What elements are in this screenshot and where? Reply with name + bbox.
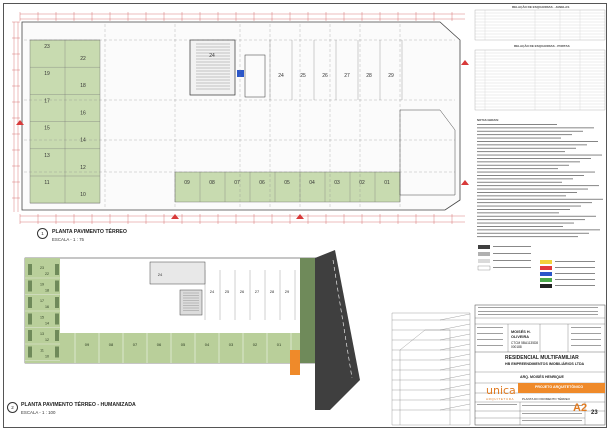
spot-number: 06 <box>259 180 265 186</box>
spot-number: 15 <box>40 316 44 320</box>
spot-number: 09 <box>184 180 190 186</box>
sheet-content: PLANTA DO PAVIMENTO TÉRREO <box>522 397 570 401</box>
company-name: HB EMPREENDIMENTOS IMOBILIÁRIOS LTDA <box>505 362 585 366</box>
spot-number: 23 <box>40 266 44 270</box>
plan-2-street <box>315 250 360 410</box>
spot-number: 14 <box>45 322 49 326</box>
plan-2-stair <box>179 289 203 316</box>
spot-number: 17 <box>40 299 44 303</box>
spot-number: 26 <box>240 289 245 294</box>
spot-number: 05 <box>284 180 290 186</box>
owner-name: MOISÉS H. OLIVEIRA <box>511 330 531 339</box>
spot-number: 26 <box>322 73 328 79</box>
spot-number: 27 <box>255 289 260 294</box>
general-notes-lines <box>477 124 603 238</box>
spot-number: 14 <box>80 138 86 144</box>
spot-number: 10 <box>80 192 86 198</box>
legend <box>477 245 595 288</box>
spot-number: 24 <box>210 289 215 294</box>
spot-number: 06 <box>157 342 162 347</box>
project-title: RESIDENCIAL MULTIFAMILIAR <box>505 355 579 361</box>
project-type: PROJETO ARQUITETÔNICO <box>535 385 584 389</box>
spot-number: 08 <box>109 342 114 347</box>
spot-number: 07 <box>234 180 240 186</box>
spot-number: 22 <box>80 56 86 62</box>
plan-2-humanized: 2322 1918 1716 1514 1312 1110 24 25 26 27 28 29 09 08… <box>24 250 360 410</box>
spot-number: 18 <box>80 83 86 89</box>
spot-number: 19 <box>44 71 50 77</box>
owner-registration: CTCM 5BA1135D8 000188 <box>511 341 539 349</box>
spot-number: 24 <box>278 73 284 79</box>
spot-number: 15 <box>44 126 50 132</box>
drawing-sheet: 23 19 17 15 13 11 22 18 16 14 12 10 24 25 26 27 28 29 09 08… <box>0 0 612 432</box>
spot-number: 02 <box>253 342 258 347</box>
spot-number: 12 <box>45 338 49 342</box>
spot-number: 29 <box>388 73 394 79</box>
windows-table-rows <box>475 10 605 40</box>
spot-number: 02 <box>359 180 365 186</box>
spot-number: 23 <box>44 44 50 50</box>
spot-number: 17 <box>44 98 50 104</box>
notes-title: NOTAS GERAIS: <box>477 118 500 122</box>
spot-number: 01 <box>384 180 390 186</box>
spot-number: 11 <box>40 349 44 353</box>
spot-number: 18 <box>45 289 49 293</box>
stair-core <box>189 39 236 96</box>
section-marker <box>296 214 304 219</box>
spot-number: 03 <box>229 342 234 347</box>
spot-number: 04 <box>205 342 210 347</box>
spot-number: 25 <box>225 289 230 294</box>
plan-2-number: 2 <box>7 402 18 413</box>
spot-number: 07 <box>133 342 138 347</box>
spot-number: 28 <box>366 73 372 79</box>
spot-number: 11 <box>44 180 49 186</box>
sheet-number: 23 <box>591 410 598 416</box>
plan-1-scale: ESCALA - 1 : 75 <box>52 237 84 242</box>
spot-number: 12 <box>80 165 86 171</box>
spot-number: 13 <box>40 332 44 336</box>
spot-number: 28 <box>270 289 275 294</box>
logo-subtitle: ARQUITETURA <box>486 397 515 401</box>
plan-1-title: PLANTA PAVIMENTO TÉRREO <box>52 229 127 235</box>
plan-2-scale: ESCALA - 1 : 100 <box>21 410 56 415</box>
spot-number: 09 <box>85 342 90 347</box>
spot-number: 10 <box>45 355 49 359</box>
section-detail <box>391 312 471 426</box>
spot-number: 03 <box>334 180 340 186</box>
spot-number: 27 <box>344 73 350 79</box>
plan-2-title: PLANTA PAVIMENTO TÉRREO - HUMANIZADA <box>21 402 136 408</box>
spot-number: 05 <box>181 342 186 347</box>
schedules-area <box>474 9 606 288</box>
spot-number: 16 <box>45 305 49 309</box>
spot-number: 19 <box>40 283 44 287</box>
windows-table-title: RELAÇÃO DE ESQUADRIAS - JANELAS <box>512 5 570 9</box>
spot-number: 29 <box>285 289 290 294</box>
logo-wordmark: unica <box>486 384 516 397</box>
plan-2-bottom-garden <box>60 333 315 363</box>
cad-drawing: 23 19 17 15 13 11 22 18 16 14 12 10 24 25 26 27 28 29 09 08… <box>12 9 606 426</box>
plan-2-orange-detail <box>290 350 300 375</box>
spot-number: 22 <box>45 272 49 276</box>
section-marker <box>171 214 179 219</box>
doors-table-title: RELAÇÃO DE ESQUADRIAS - PORTAS <box>514 44 570 48</box>
sheet-format: A2 <box>573 402 588 414</box>
section-marker <box>461 180 469 185</box>
spot-number: 24 <box>158 272 163 277</box>
responsible-architect: ARQ. MOISÉS HENRIQUE <box>520 375 564 379</box>
spot-number: 25 <box>300 73 306 79</box>
spot-number: 13 <box>44 153 50 159</box>
doors-table-rows <box>475 50 605 110</box>
plan-2-right-garden <box>300 258 315 363</box>
spot-number: 01 <box>277 342 282 347</box>
plan-1-ground-floor: 23 19 17 15 13 11 22 18 16 14 12 10 24 25 26 27 28 29 09 08… <box>12 12 469 224</box>
spot-number: 24 <box>209 53 215 59</box>
spot-number: 16 <box>80 110 86 116</box>
plan-1-number: 1 <box>37 228 48 239</box>
section-marker <box>461 60 469 65</box>
spot-number: 04 <box>309 180 315 186</box>
bottom-parking-green <box>174 171 401 203</box>
spot-number: 08 <box>209 180 215 186</box>
accessible-symbol <box>237 70 244 77</box>
